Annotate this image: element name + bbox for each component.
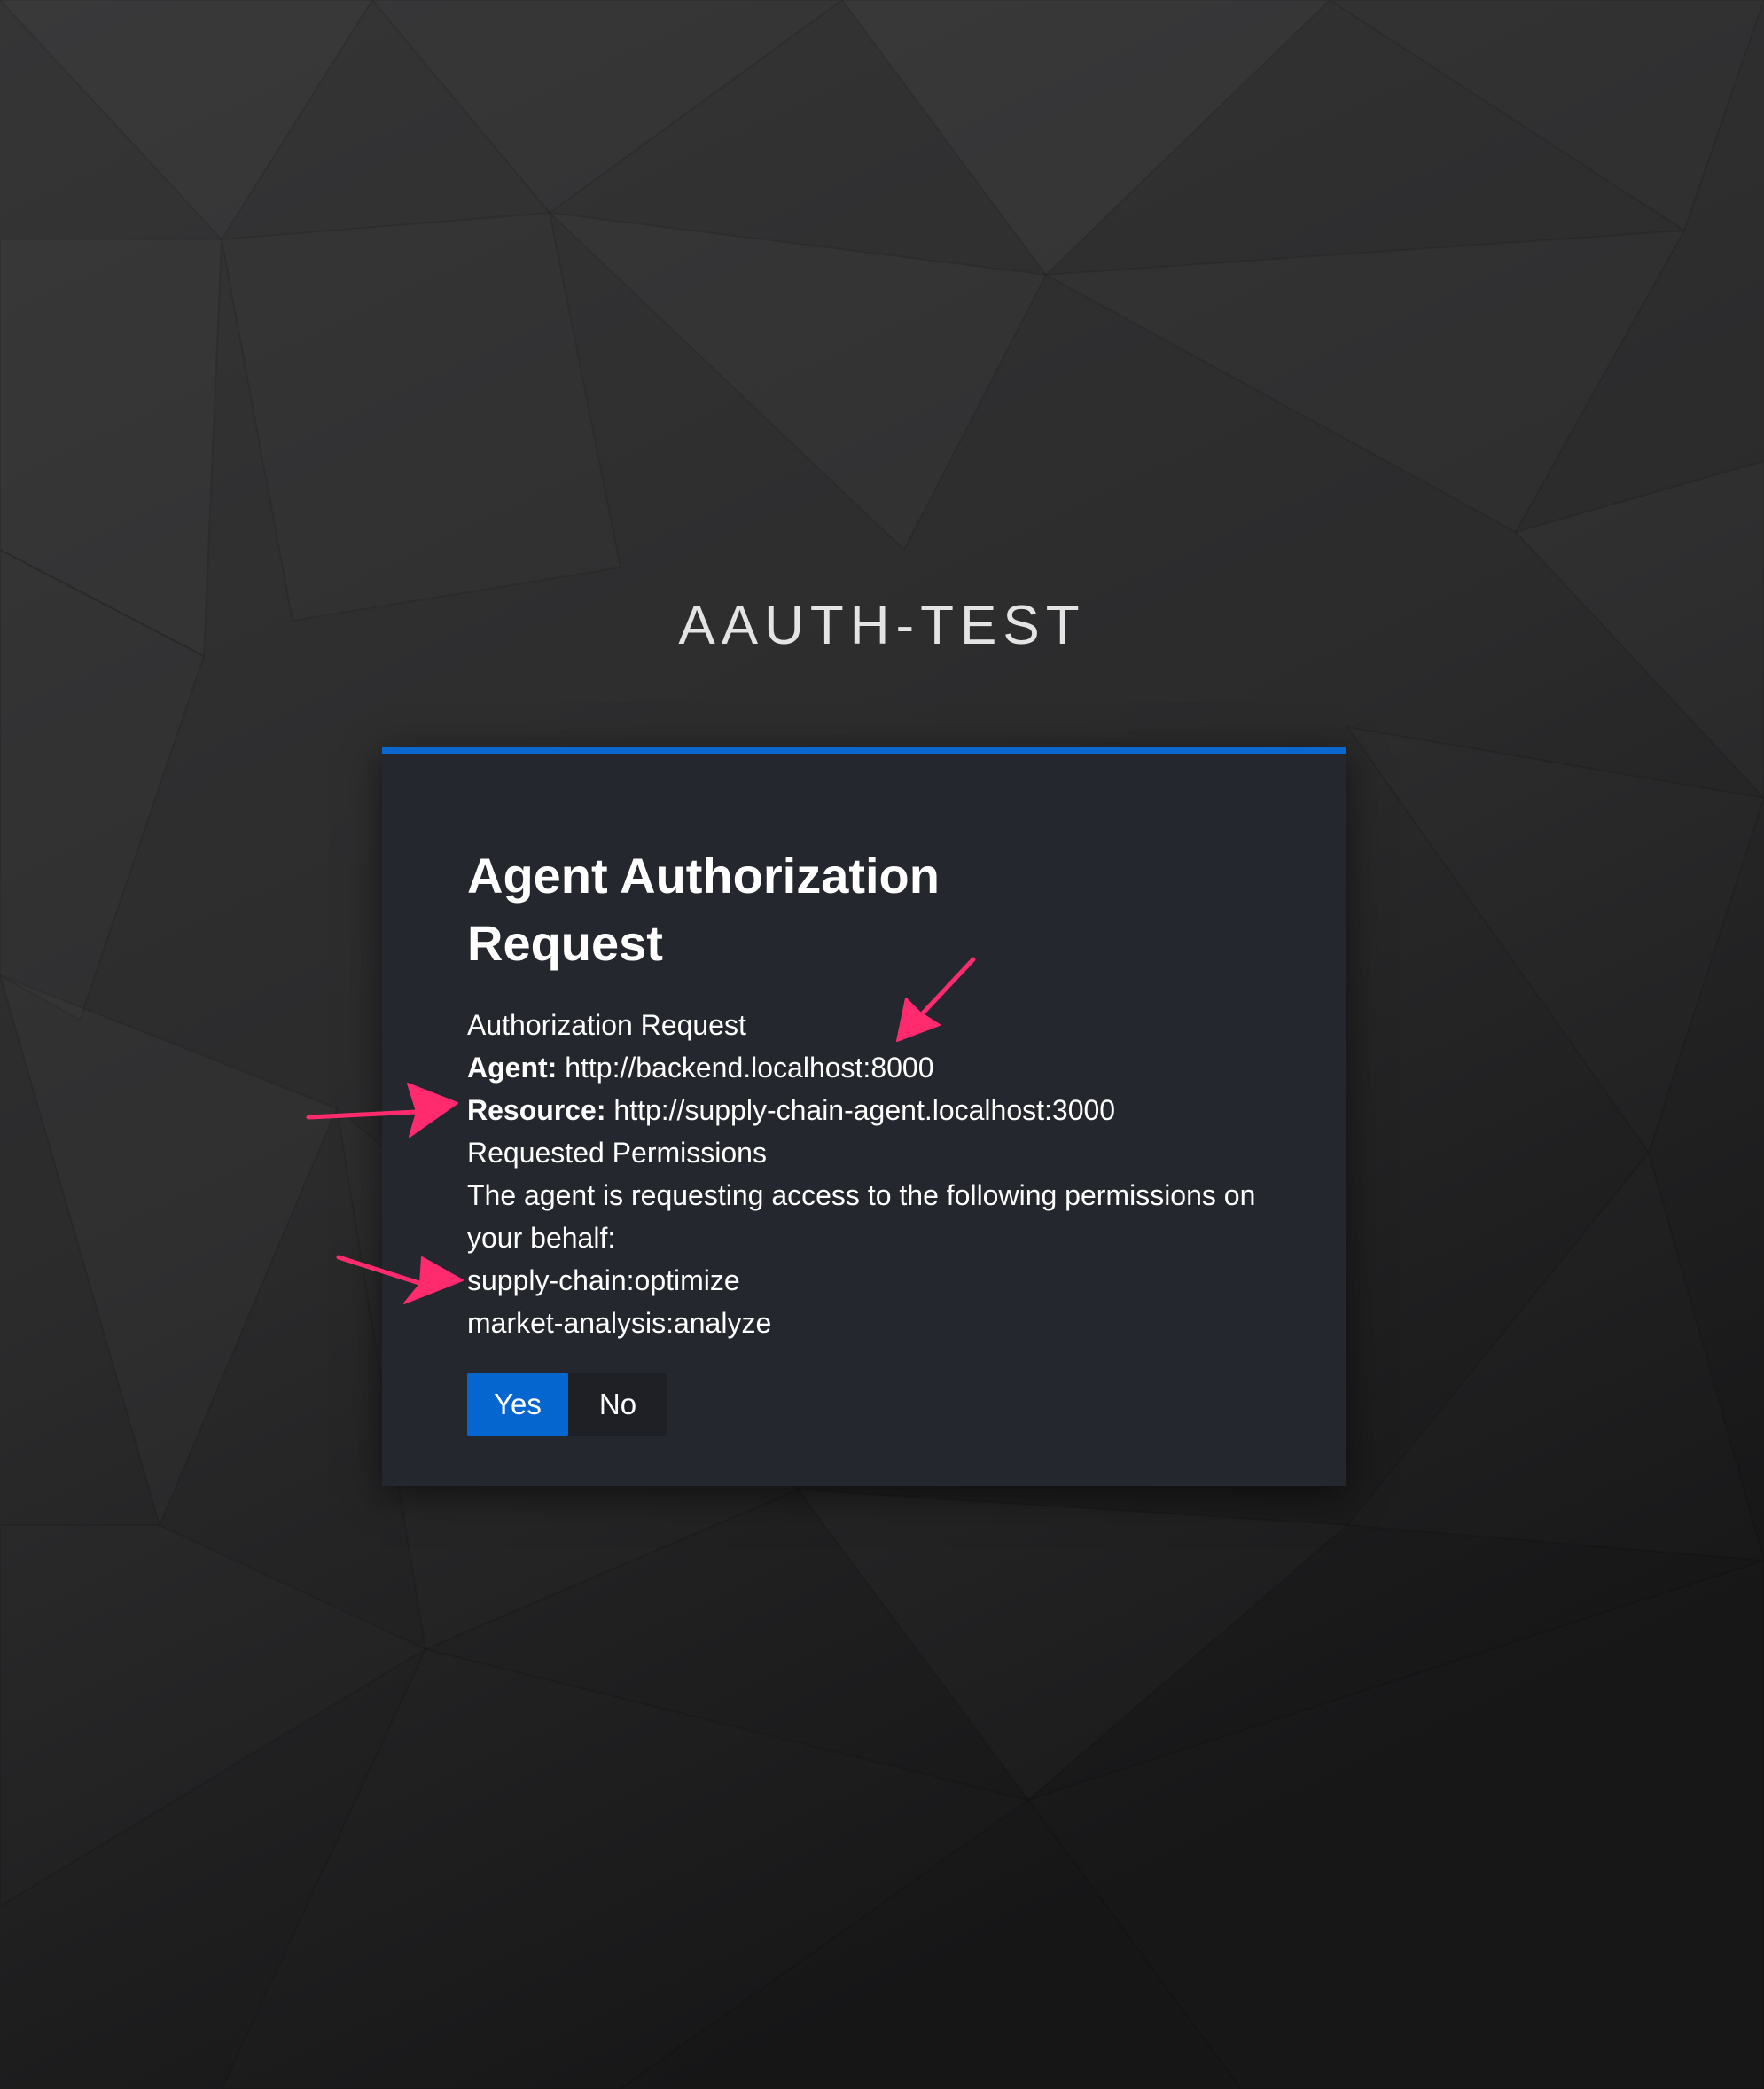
request-subtitle: Authorization Request [467,1009,746,1041]
permissions-description: The agent is requesting access to the fo… [467,1179,1256,1254]
no-button[interactable]: No [568,1373,667,1436]
agent-row: Agent: http://backend.localhost:8000 [467,1046,1283,1089]
agent-value: http://backend.localhost:8000 [565,1052,934,1084]
realm-title: AAUTH-TEST [678,595,1086,656]
resource-row: Resource: http://supply-chain-agent.loca… [467,1089,1283,1131]
request-details: Authorization Request Agent: http://back… [467,1004,1283,1344]
permissions-heading: Requested Permissions [467,1137,767,1169]
permission-item: market-analysis:analyze [467,1307,772,1339]
resource-value: http://supply-chain-agent.localhost:3000 [613,1094,1116,1126]
resource-label: Resource: [467,1094,606,1126]
authorization-card: Agent Authorization Request Authorizatio… [382,747,1346,1486]
yes-button[interactable]: Yes [467,1373,568,1436]
agent-label: Agent: [467,1052,558,1084]
card-title: Agent Authorization Request [467,848,940,971]
permission-item: supply-chain:optimize [467,1264,740,1296]
consent-buttons: Yes No [467,1373,667,1436]
